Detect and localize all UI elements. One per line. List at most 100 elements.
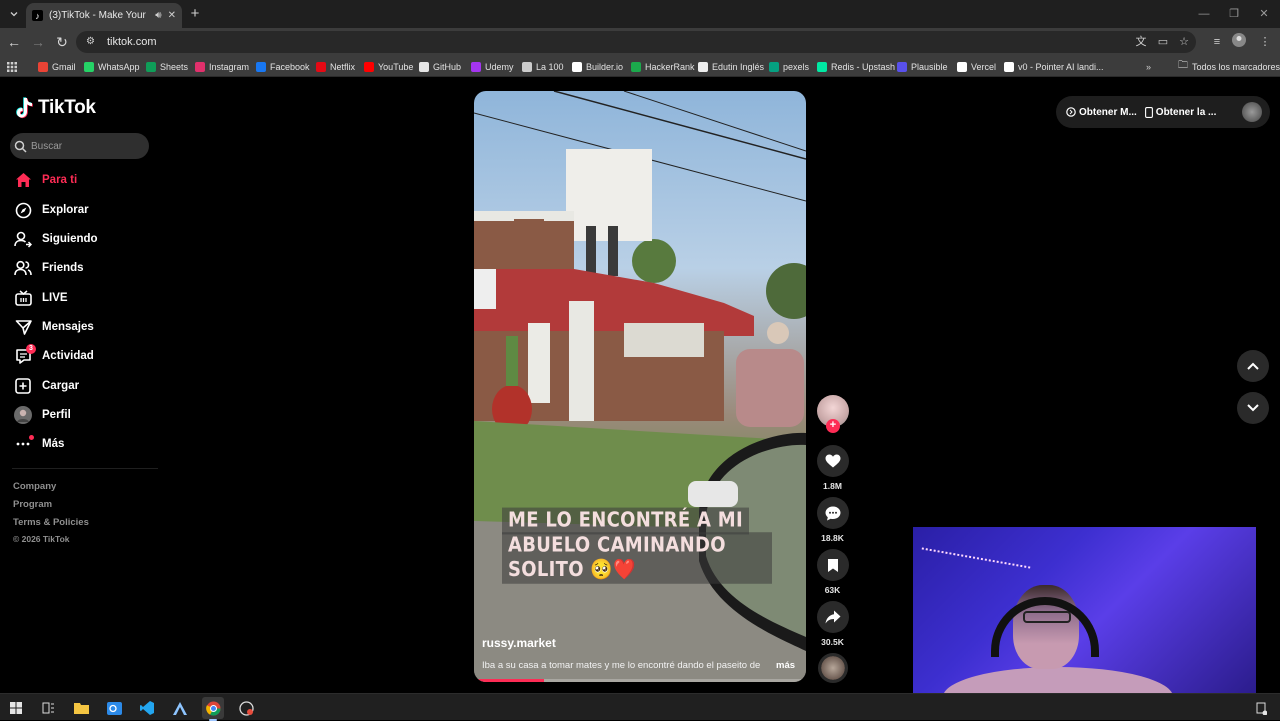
reload-icon[interactable]: ↻ — [52, 32, 72, 52]
nav-para-ti[interactable]: Para ti — [14, 169, 77, 191]
menu-kebab-icon[interactable]: ⋮ — [1256, 33, 1274, 51]
share-action[interactable]: 30.5K — [816, 601, 849, 647]
bookmark-favicon-icon — [698, 61, 708, 72]
vscode-icon[interactable] — [136, 697, 158, 719]
windows-start-icon[interactable] — [5, 697, 27, 719]
new-tab-button[interactable]: + — [186, 5, 204, 23]
bookmark-item[interactable]: Vercel — [957, 59, 996, 74]
more-bookmarks-icon[interactable]: » — [1146, 59, 1151, 74]
recording-app-icon[interactable] — [235, 697, 257, 719]
profile-avatar-icon[interactable] — [1232, 33, 1250, 51]
search-input[interactable] — [31, 140, 141, 152]
follow-plus-icon[interactable]: + — [826, 419, 840, 433]
all-bookmarks-folder[interactable]: 🗀︎ Todos los marcadores — [1178, 59, 1280, 74]
bookmark-item[interactable]: pexels — [769, 59, 809, 74]
video-username[interactable]: russy.market — [482, 636, 556, 650]
sidebar-divider — [12, 468, 158, 469]
bookmark-item[interactable]: Sheets — [146, 59, 188, 74]
nav-explorar[interactable]: Explorar — [14, 199, 89, 221]
bookmark-item[interactable]: Facebook — [256, 59, 310, 74]
bookmark-favicon-icon — [897, 61, 907, 72]
bookmark-star-icon[interactable]: ☆ — [1175, 33, 1193, 51]
browser-tab-strip: ♪ (3)TikTok - Make Your Day 🔊︎ ✕ + — ❐ ✕ — [0, 0, 1280, 28]
like-action[interactable]: 1.8M — [816, 445, 849, 491]
get-coins-button[interactable]: Obtener M... — [1066, 107, 1137, 118]
nav-actividad[interactable]: 3 Actividad — [14, 344, 94, 367]
bookmark-item[interactable]: WhatsApp — [84, 59, 140, 74]
back-icon[interactable]: ← — [4, 32, 24, 52]
arc-app-icon[interactable] — [169, 697, 191, 719]
friends-icon — [14, 259, 32, 277]
comment-icon[interactable] — [816, 497, 849, 529]
bookmark-item[interactable]: Builder.io — [572, 59, 623, 74]
search-box[interactable] — [10, 133, 149, 159]
bookmark-item[interactable]: Plausible — [897, 59, 948, 74]
cast-icon[interactable]: ▭ — [1154, 33, 1172, 51]
footer-company-link[interactable]: Company — [13, 481, 56, 492]
speaker-icon[interactable]: 🔊︎ — [155, 10, 161, 21]
bookmark-item[interactable]: v0 - Pointer AI landi... — [1004, 59, 1104, 74]
bookmark-item[interactable]: Gmail — [38, 59, 76, 74]
nav-siguiendo[interactable]: Siguiendo — [14, 228, 98, 250]
nav-friends[interactable]: Friends — [14, 257, 84, 279]
video-more-link[interactable]: más — [776, 660, 795, 671]
bookmark-item[interactable]: Udemy — [471, 59, 514, 74]
share-icon[interactable] — [816, 601, 849, 633]
bookmark-label: GitHub — [433, 61, 462, 72]
video-caption-overlay: ME LO ENCONTRÉ A MI ABUELO CAMINANDO SOL… — [502, 507, 772, 584]
music-disc-icon[interactable] — [818, 653, 848, 683]
site-info-icon[interactable]: ⚙ — [86, 36, 98, 48]
apps-grid-icon[interactable] — [7, 59, 17, 74]
get-app-button[interactable]: Obtener la ... — [1144, 107, 1216, 118]
footer-program-link[interactable]: Program — [13, 499, 52, 510]
previous-video-button[interactable] — [1237, 350, 1269, 382]
bookmark-item[interactable]: La 100 — [522, 59, 564, 74]
bookmark-favicon-icon — [1004, 61, 1014, 72]
bookmark-item[interactable]: Edutin Inglés — [698, 59, 764, 74]
live-icon — [14, 289, 32, 307]
browser-tab-tiktok[interactable]: ♪ (3)TikTok - Make Your Day 🔊︎ ✕ — [26, 3, 182, 28]
save-action[interactable]: 63K — [816, 549, 849, 595]
profile-avatar — [14, 406, 32, 424]
bookmark-item[interactable]: Redis - Upstash — [817, 59, 895, 74]
minimize-icon[interactable]: — — [1196, 6, 1212, 22]
notification-icon[interactable] — [1250, 697, 1272, 719]
nav-live[interactable]: LIVE — [14, 287, 68, 309]
close-tab-icon[interactable]: ✕ — [168, 10, 176, 21]
address-bar[interactable]: ⚙ tiktok.com — [76, 31, 1196, 53]
bookmark-item[interactable]: YouTube — [364, 59, 413, 74]
translate-icon[interactable]: 文 — [1132, 33, 1150, 51]
nav-perfil[interactable]: Perfil — [14, 404, 71, 426]
close-window-icon[interactable]: ✕ — [1256, 6, 1272, 22]
chrome-taskbar-icon[interactable] — [202, 697, 224, 721]
next-video-button[interactable] — [1237, 392, 1269, 424]
tiktok-logo[interactable]: TikTok — [16, 97, 96, 119]
bookmark-label: WhatsApp — [98, 61, 140, 72]
bookmark-item[interactable]: Netflix — [316, 59, 355, 74]
save-count: 63K — [824, 585, 841, 595]
more-dot-badge — [29, 435, 34, 440]
restore-icon[interactable]: ❐ — [1226, 6, 1242, 22]
like-count: 1.8M — [823, 481, 842, 491]
forward-icon[interactable]: → — [28, 32, 48, 52]
chevron-up-icon — [1247, 362, 1259, 370]
heart-icon[interactable] — [816, 445, 849, 477]
bookmark-item[interactable]: Instagram — [195, 59, 249, 74]
reading-list-icon[interactable]: ≡ — [1208, 33, 1226, 51]
outlook-icon[interactable] — [103, 697, 125, 719]
user-avatar[interactable] — [1242, 102, 1262, 122]
webcam-overlay — [913, 527, 1256, 693]
nav-mas[interactable]: Más — [14, 433, 64, 455]
footer-terms-link[interactable]: Terms & Policies — [13, 517, 89, 528]
bookmark-icon[interactable] — [816, 549, 849, 581]
nav-cargar[interactable]: Cargar — [14, 375, 79, 397]
file-explorer-icon[interactable] — [70, 697, 92, 719]
nav-mensajes[interactable]: Mensajes — [14, 316, 94, 338]
tab-search-button[interactable] — [5, 5, 23, 23]
video-player[interactable]: ME LO ENCONTRÉ A MI ABUELO CAMINANDO SOL… — [474, 91, 806, 682]
comment-action[interactable]: 18.8K — [816, 497, 849, 543]
task-view-icon[interactable] — [37, 697, 59, 719]
bookmark-label: Sheets — [160, 61, 189, 72]
bookmark-item[interactable]: GitHub — [419, 59, 461, 74]
bookmark-item[interactable]: HackerRank — [631, 59, 695, 74]
